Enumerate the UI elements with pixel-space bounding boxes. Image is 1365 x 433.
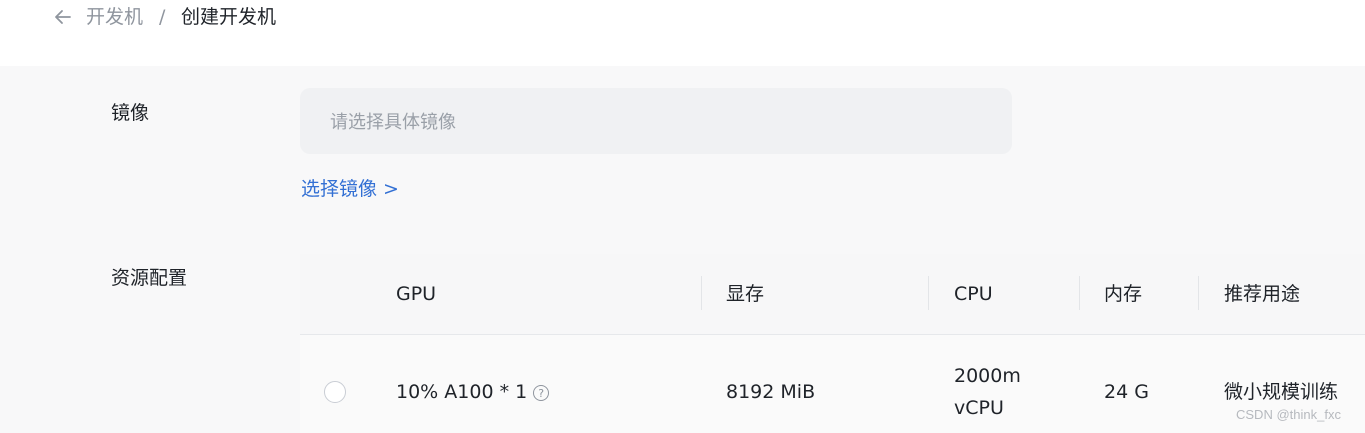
cell-cpu-line2: vCPU bbox=[954, 397, 1004, 419]
column-divider bbox=[1079, 276, 1080, 310]
column-header-memory: 内存 bbox=[1104, 283, 1143, 305]
image-select-input[interactable]: 请选择具体镜像 bbox=[300, 88, 1012, 154]
cell-vram: 8192 MiB bbox=[726, 381, 816, 403]
cell-usage: 微小规模训练 bbox=[1224, 381, 1339, 403]
column-header-usage: 推荐用途 bbox=[1224, 283, 1301, 305]
row-select-radio[interactable] bbox=[324, 381, 346, 403]
cell-memory: 24 G bbox=[1104, 381, 1149, 403]
column-divider bbox=[701, 276, 702, 310]
breadcrumb-separator: / bbox=[159, 6, 166, 28]
table-row[interactable]: 10% A100 * 1? 8192 MiB 2000m vCPU 24 G 微… bbox=[300, 335, 1365, 433]
help-icon[interactable]: ? bbox=[533, 385, 550, 401]
resource-table: GPU 显存 CPU 内存 推荐用途 10% A100 * 1? 8192 Mi… bbox=[300, 254, 1365, 433]
cell-gpu-text: 10% A100 * 1 bbox=[396, 381, 528, 403]
breadcrumb-parent[interactable]: 开发机 bbox=[86, 4, 143, 30]
resource-config-label: 资源配置 bbox=[111, 267, 188, 289]
page-title: 创建开发机 bbox=[181, 6, 277, 28]
column-divider bbox=[928, 276, 929, 310]
back-arrow-icon[interactable] bbox=[52, 5, 74, 29]
table-header: GPU 显存 CPU 内存 推荐用途 bbox=[300, 254, 1365, 335]
cell-cpu-line1: 2000m bbox=[954, 365, 1021, 387]
cell-gpu: 10% A100 * 1? bbox=[396, 376, 550, 408]
choose-image-link[interactable]: 选择镜像 > bbox=[301, 176, 399, 202]
form-area: 镜像 请选择具体镜像 选择镜像 > 资源配置 GPU 显存 CPU 内存 推荐用… bbox=[0, 66, 1365, 433]
top-bar: 开发机 / 创建开发机 bbox=[0, 0, 1365, 66]
column-divider bbox=[1198, 276, 1199, 310]
image-label: 镜像 bbox=[111, 102, 150, 124]
image-select-placeholder: 请选择具体镜像 bbox=[330, 112, 456, 133]
watermark: CSDN @think_fxc bbox=[1236, 407, 1341, 422]
column-header-gpu: GPU bbox=[396, 283, 437, 305]
column-header-vram: 显存 bbox=[726, 283, 765, 305]
column-header-cpu: CPU bbox=[954, 283, 993, 305]
